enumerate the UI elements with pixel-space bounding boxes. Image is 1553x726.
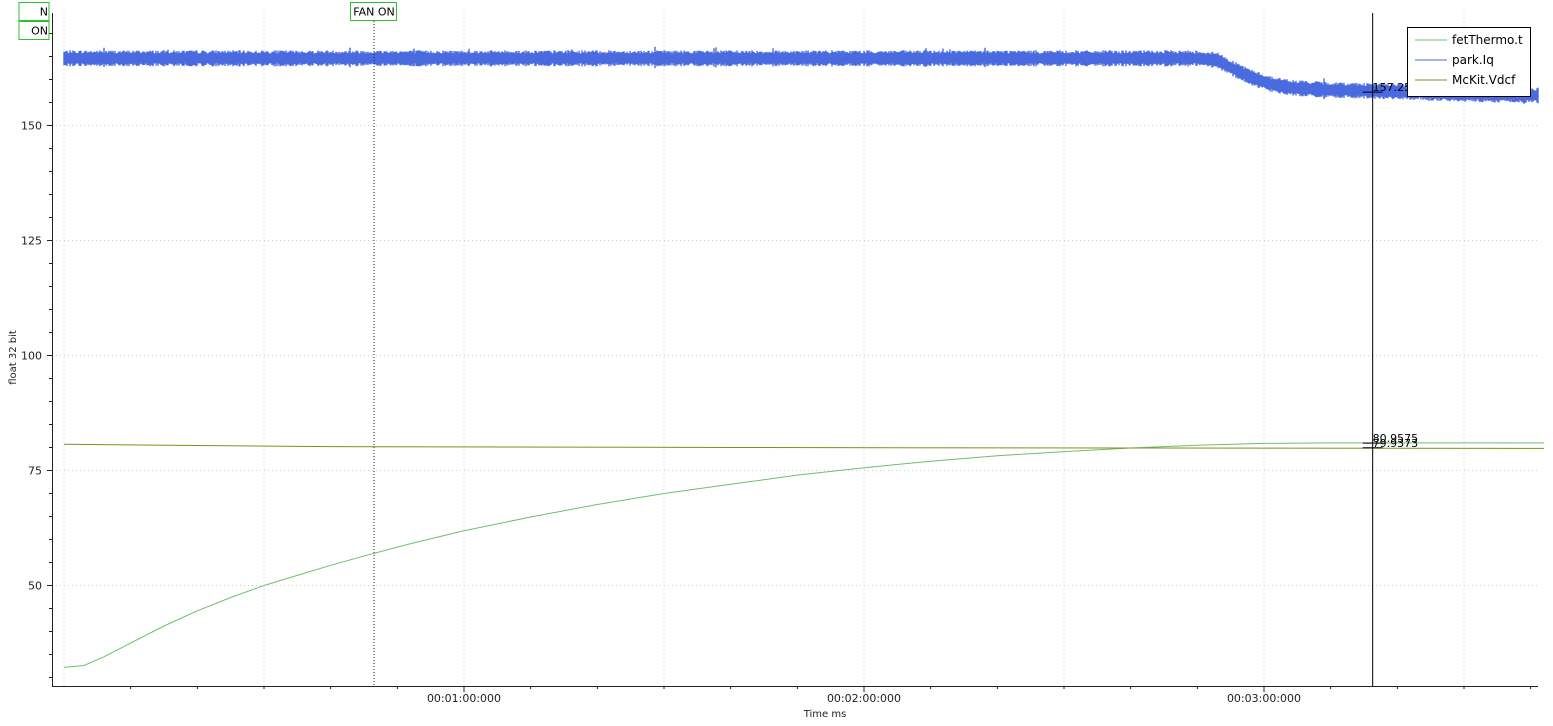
legend-entry: park.Iq bbox=[1452, 53, 1494, 67]
legend-entry: McKit.Vdcf bbox=[1452, 73, 1516, 87]
y-tick-label: 125 bbox=[21, 235, 42, 248]
x-tick-label: 00:03:00:000 bbox=[1227, 692, 1301, 705]
x-axis-title: Time ms bbox=[803, 709, 847, 720]
y-tick-label: 50 bbox=[28, 580, 42, 593]
marker-label: ON bbox=[31, 25, 48, 38]
y-axis-title: float 32 bit bbox=[8, 330, 19, 385]
y-tick-label: 75 bbox=[28, 465, 42, 478]
y-tick-label: 150 bbox=[21, 120, 42, 133]
cursor-readout: 79.9373 bbox=[1373, 437, 1419, 450]
marker-label: N bbox=[40, 6, 48, 19]
cursor-readout: 157.25 bbox=[1373, 81, 1412, 94]
plot-background bbox=[0, 0, 1553, 726]
x-tick-label: 00:01:00:000 bbox=[427, 692, 501, 705]
plot-canvas[interactable]: 50 75 100 125 150 00:01:00:000 00:02:00:000 00:… bbox=[0, 0, 1553, 726]
legend-entry: fetThermo.t bbox=[1452, 33, 1523, 47]
legend: fetThermo.t park.Iq McKit.Vdcf bbox=[1407, 27, 1531, 97]
marker-label: FAN ON bbox=[353, 6, 394, 19]
y-tick-label: 100 bbox=[21, 350, 42, 363]
x-tick-label: 00:02:00:000 bbox=[827, 692, 901, 705]
